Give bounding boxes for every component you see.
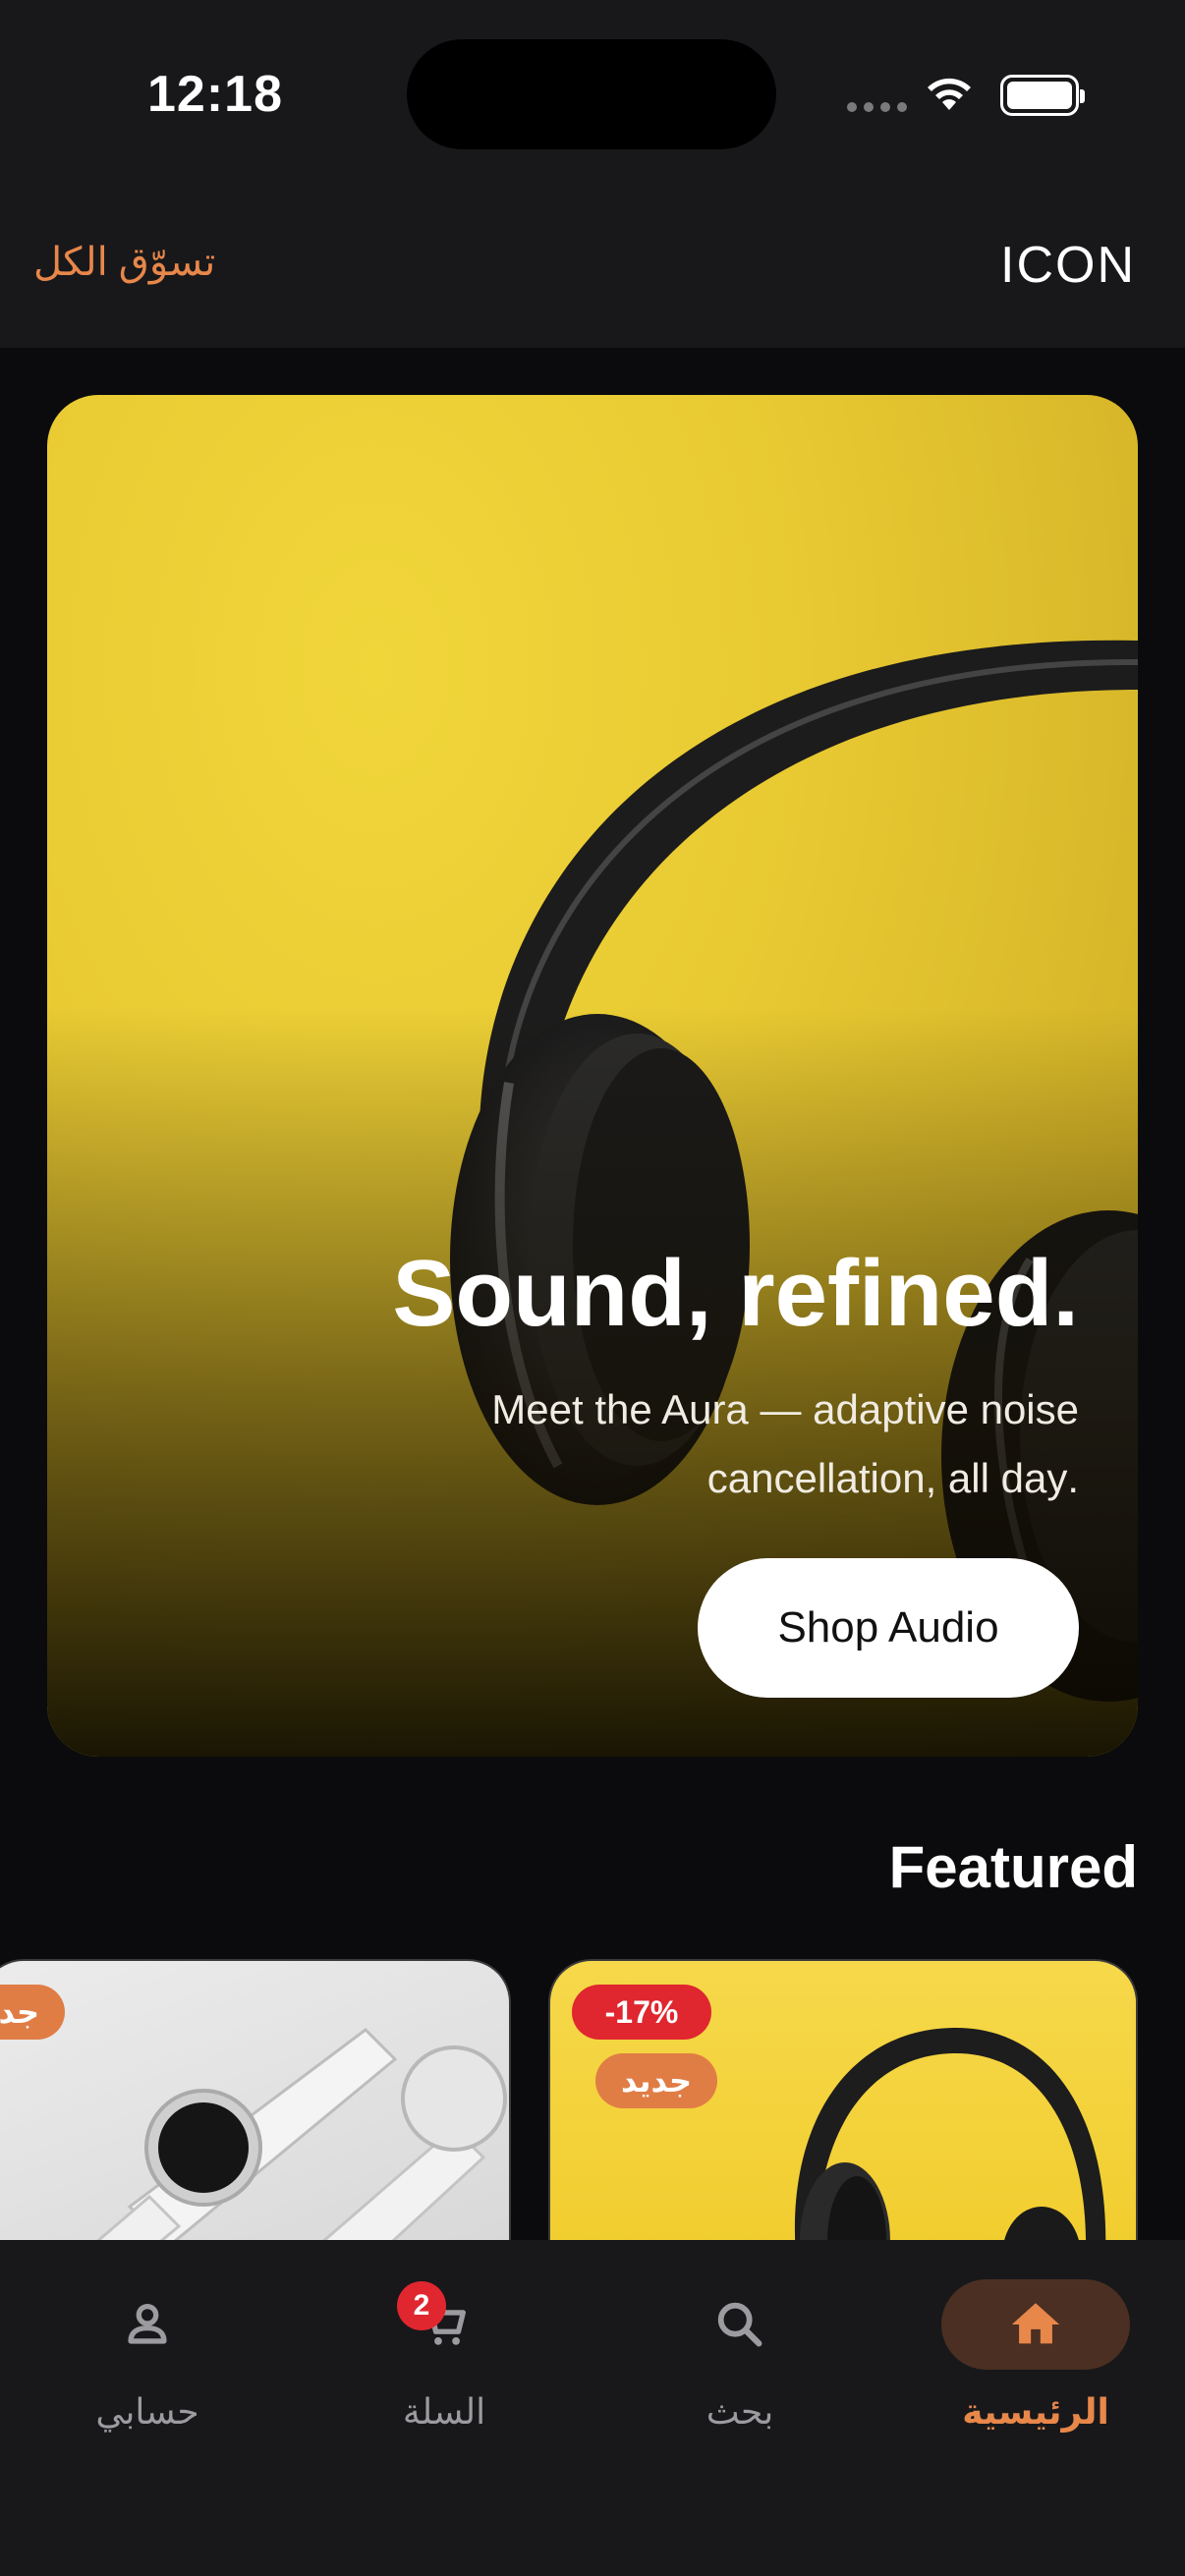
discount-badge: -17% — [572, 1985, 711, 2040]
cart-count-badge: 2 — [397, 2281, 446, 2330]
hero-title: .Sound, refined — [392, 1241, 1079, 1346]
tab-cart[interactable]: 2 السلة — [336, 2279, 552, 2476]
shop-all-link[interactable]: تسوّق الكل — [33, 240, 215, 285]
hero-subtitle: Meet the Aura — adaptive noise .cancella… — [312, 1375, 1079, 1513]
app-header: ICON تسوّق الكل — [0, 196, 1185, 348]
hero-subtitle-line: Meet the Aura — adaptive noise — [491, 1386, 1079, 1432]
brand-logo[interactable]: ICON — [1000, 236, 1136, 295]
home-icon — [1011, 2303, 1060, 2344]
status-time: 12:18 — [147, 66, 283, 123]
user-icon — [128, 2303, 167, 2344]
smartwatch-image — [83, 2028, 507, 2252]
tab-label: السلة — [402, 2391, 486, 2432]
hero-gradient-overlay — [47, 395, 1138, 1757]
battery-icon — [1000, 75, 1085, 116]
tab-home[interactable]: الرئيسية — [928, 2279, 1144, 2476]
new-badge: جديد — [0, 1985, 66, 2040]
shop-audio-button[interactable]: Shop Audio — [698, 1558, 1079, 1698]
status-bar: 12:18 — [0, 0, 1185, 196]
product-card-headphones[interactable]: -17% جديد — [548, 1959, 1138, 2254]
search-icon — [717, 2302, 762, 2347]
hero-subtitle-line: .cancellation, all day — [706, 1455, 1079, 1501]
featured-section-title: Featured — [888, 1834, 1138, 1900]
tab-search[interactable]: بحث — [632, 2279, 848, 2476]
bottom-tab-bar: الرئيسية بحث 2 السلة حسابي — [0, 2240, 1185, 2576]
wifi-icon — [928, 78, 971, 110]
tab-account[interactable]: حسابي — [39, 2279, 255, 2476]
hero-banner[interactable]: .Sound, refined Meet the Aura — adaptive… — [47, 395, 1138, 1757]
tab-label: حسابي — [95, 2391, 199, 2432]
product-card-watch[interactable]: جديد — [0, 1959, 511, 2254]
cellular-signal-icon — [847, 102, 907, 112]
tab-label: الرئيسية — [962, 2391, 1109, 2432]
new-badge: جديد — [595, 2053, 718, 2108]
dynamic-island — [407, 39, 776, 149]
tab-label: بحث — [705, 2391, 774, 2432]
